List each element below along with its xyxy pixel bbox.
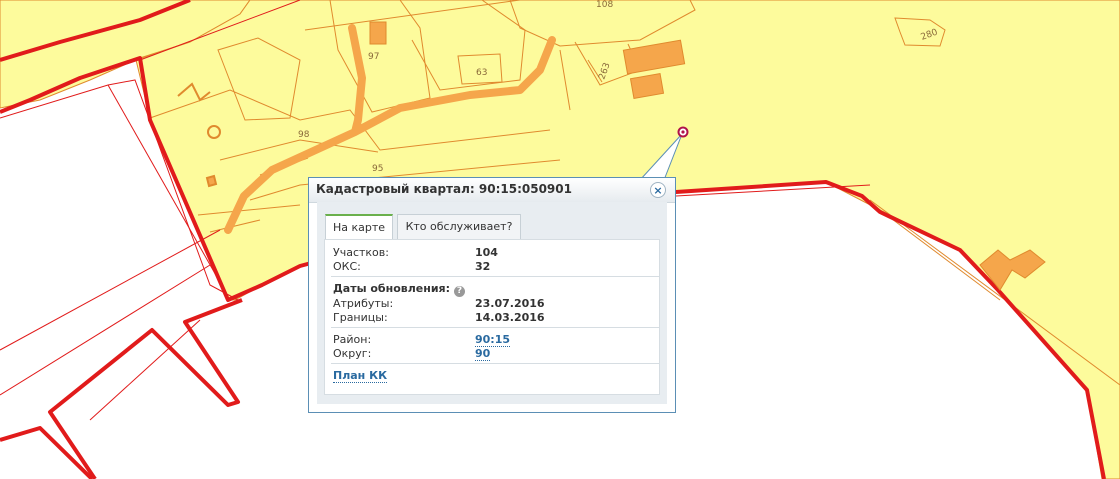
tab-who-serves[interactable]: Кто обслуживает?: [397, 214, 521, 239]
divider: [331, 363, 659, 364]
block-plan-link[interactable]: План КК: [333, 369, 388, 383]
okrug-link[interactable]: 90: [475, 347, 491, 361]
update-dates-title: Даты обновления:: [333, 282, 451, 295]
parcels-count-value: 104: [475, 246, 498, 259]
boundaries-date-row: Границы: 14.03.2016: [333, 311, 653, 324]
parcels-count-row: Участков: 104: [333, 246, 653, 259]
parcel-label-108: 108: [596, 0, 613, 10]
parcel-label-63: 63: [476, 68, 487, 78]
parcel-label-95: 95: [372, 164, 383, 174]
update-dates-heading: Даты обновления:?: [333, 282, 466, 297]
oks-count-value: 32: [475, 260, 491, 273]
district-label: Район:: [333, 333, 372, 346]
close-icon[interactable]: ×: [650, 182, 666, 198]
popup-header: Кадастровый квартал: 90:15:050901 ×: [309, 178, 675, 203]
district-link[interactable]: 90:15: [475, 333, 511, 347]
popup-title: Кадастровый квартал: 90:15:050901: [316, 182, 572, 196]
location-pin-icon[interactable]: [677, 126, 689, 138]
boundaries-date-value: 14.03.2016: [475, 311, 545, 324]
tab-on-map[interactable]: На карте: [325, 214, 393, 239]
parcels-count-label: Участков:: [333, 246, 389, 259]
divider: [331, 276, 659, 277]
okrug-label: Округ:: [333, 347, 372, 360]
help-icon[interactable]: ?: [454, 286, 466, 297]
oks-count-label: ОКС:: [333, 260, 361, 273]
boundaries-date-label: Границы:: [333, 311, 388, 324]
popup-body: На карте Кто обслуживает? Участков: 104 …: [317, 202, 667, 404]
cadastral-block-popup: Кадастровый квартал: 90:15:050901 × На к…: [308, 177, 676, 413]
attributes-date-value: 23.07.2016: [475, 297, 545, 310]
divider: [331, 327, 659, 328]
building-1: [369, 21, 387, 45]
attributes-date-row: Атрибуты: 23.07.2016: [333, 297, 653, 310]
tab-content: Участков: 104 ОКС: 32 Даты обновления:? …: [324, 239, 660, 395]
parcel-label-97: 97: [368, 52, 379, 62]
okrug-row: Округ: 90: [333, 347, 653, 361]
district-row: Район: 90:15: [333, 333, 653, 347]
attributes-date-label: Атрибуты:: [333, 297, 394, 310]
parcel-label-98: 98: [298, 130, 310, 140]
oks-count-row: ОКС: 32: [333, 260, 653, 273]
